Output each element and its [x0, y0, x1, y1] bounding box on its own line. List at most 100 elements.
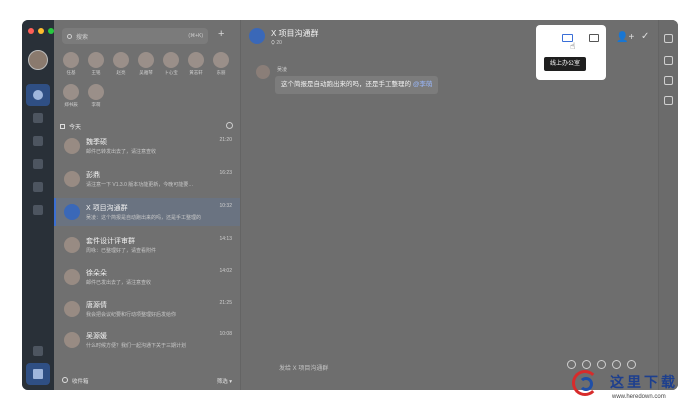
add-member-button[interactable]: 👤+ — [616, 32, 634, 43]
contact-name: 任基 — [66, 70, 76, 75]
mention-link[interactable]: @李萌 — [413, 81, 433, 88]
avatar — [63, 52, 79, 68]
avatar — [138, 52, 154, 68]
avatar — [64, 301, 80, 317]
done-button[interactable]: ✓ — [641, 31, 649, 42]
avatar — [163, 52, 179, 68]
avatar — [64, 171, 80, 187]
minimize-window-button[interactable] — [38, 28, 44, 34]
chat-title[interactable]: X 项目沟通群 — [271, 28, 319, 39]
video-meeting-button[interactable] — [589, 34, 599, 42]
chat-icon — [33, 90, 43, 100]
conversation-preview: 什么时候方便？我们一起沟通下关于三期计划 — [86, 343, 187, 349]
avatar[interactable] — [256, 65, 270, 79]
avatar — [64, 138, 80, 154]
contact-name: 王铭 — [91, 70, 101, 75]
conversation-row[interactable]: 魏季硕 邮件已转发出去了，请注意查收 21:20 — [54, 132, 240, 160]
inbox-link[interactable]: 收件箱 — [72, 377, 89, 385]
conversation-name: X 项目沟通群 — [86, 205, 128, 212]
contact-item[interactable]: 郑书辰 — [60, 84, 82, 108]
search-history-icon[interactable] — [664, 56, 673, 65]
conversation-name: 魏季硕 — [86, 139, 107, 146]
bars-icon — [33, 369, 43, 379]
contact-item[interactable]: 王铭 — [85, 52, 107, 76]
online-office-tooltip: 线上办公室 — [544, 57, 587, 71]
conversation-time: 16:23 — [219, 170, 232, 176]
avatar — [64, 269, 80, 285]
conversation-preview: 邮件已转发出去了，请注意查收 — [86, 149, 157, 155]
right-toolbar — [658, 20, 678, 390]
watermark-text: 这里下载 — [610, 375, 678, 391]
contact-name: 吴雅琴 — [139, 70, 153, 75]
contact-item[interactable]: 卜心宝 — [160, 52, 182, 76]
conversation-row[interactable]: 唐源倩 我会把会议纪要和行动项整理好后发给你 21:25 — [54, 295, 240, 323]
inbox-icon — [62, 377, 68, 383]
rail-docs-button[interactable] — [26, 107, 50, 129]
conversation-row-active[interactable]: X 项目沟通群 吴凌：这个简报是自动跑出来的吗，还是手工整理的 10:32 — [54, 198, 240, 226]
avatar — [88, 52, 104, 68]
grid-icon — [33, 182, 43, 192]
close-window-button[interactable] — [28, 28, 34, 34]
rail-calendar-button[interactable] — [26, 130, 50, 152]
tiktok-icon — [33, 346, 43, 356]
collapse-section-button[interactable] — [226, 122, 233, 129]
contact-name: 黄志轩 — [189, 70, 203, 75]
contact-item[interactable]: 李萌 — [85, 84, 107, 108]
window-controls — [28, 28, 54, 34]
contact-item[interactable]: 赵亮 — [110, 52, 132, 76]
conversation-name: 彭鼎 — [86, 172, 100, 179]
rail-workbench-button[interactable] — [26, 176, 50, 198]
watermark-url: www.heredown.com — [612, 394, 666, 400]
search-placeholder: 搜索 — [76, 34, 89, 41]
settings-icon[interactable] — [664, 96, 673, 105]
avatar — [64, 332, 80, 348]
group-avatar[interactable] — [249, 28, 265, 44]
message-input[interactable]: 发给 X 项目沟通群 — [279, 363, 328, 372]
conversation-time: 10:32 — [219, 203, 232, 209]
search-input[interactable]: 搜索 (⌘+K) — [62, 28, 208, 44]
search-shortcut: (⌘+K) — [188, 33, 203, 39]
conversation-row[interactable]: 吴源媛 什么时候方便？我们一起沟通下关于三期计划 10:08 — [54, 326, 240, 354]
contact-item[interactable]: 黄志轩 — [185, 52, 207, 76]
rail-more-button[interactable] — [26, 363, 50, 385]
message-sender: 吴凌 — [277, 67, 288, 73]
conversation-preview: 请注意一下 V1.3.0 版本功能更新，今晚可能要… — [86, 182, 194, 188]
conversation-time: 21:20 — [219, 137, 232, 143]
watermark: 这里下载 www.heredown.com — [566, 366, 692, 406]
contact-item[interactable]: 吴雅琴 — [135, 52, 157, 76]
rail-contacts-button[interactable] — [26, 153, 50, 175]
conversation-row[interactable]: 彭鼎 请注意一下 V1.3.0 版本功能更新，今晚可能要… 16:23 — [54, 165, 240, 193]
calendar-icon — [60, 124, 65, 129]
message-bubble: 这个简报是自动跑出来的吗，还是手工整理的 @李萌 — [275, 76, 439, 94]
rail-favorites-button[interactable] — [26, 199, 50, 221]
avatar — [213, 52, 229, 68]
pin-icon[interactable] — [664, 76, 673, 85]
conversation-row[interactable]: 套件设计评审群 周咏：已整理好了，请查看附件 14:13 — [54, 231, 240, 259]
contact-name: 东丽 — [216, 70, 226, 75]
app-window: 搜索 (⌘+K) + 任基 王铭 赵亮 吴雅琴 卜心宝 黄志轩 东丽 郑书辰 李… — [22, 20, 678, 390]
rail-app-button[interactable] — [26, 340, 50, 362]
nav-rail — [22, 20, 54, 390]
contact-item[interactable]: 东丽 — [210, 52, 232, 76]
star-icon — [33, 205, 43, 215]
avatar — [63, 84, 79, 100]
conversation-panel: 搜索 (⌘+K) + 任基 王铭 赵亮 吴雅琴 卜心宝 黄志轩 东丽 郑书辰 李… — [54, 20, 241, 390]
conversation-time: 14:13 — [219, 236, 232, 242]
camera-icon[interactable] — [664, 34, 673, 43]
user-avatar[interactable] — [28, 50, 48, 70]
conversation-preview: 吴凌：这个简报是自动跑出来的吗，还是手工整理的 — [86, 215, 202, 221]
create-button[interactable]: + — [218, 28, 224, 40]
conversation-name: 唐源倩 — [86, 302, 107, 309]
member-count[interactable]: ⛭ 20 — [271, 40, 282, 46]
conversation-row[interactable]: 徐朵朵 邮件已发出去了，请注意查收 14:02 — [54, 263, 240, 291]
contact-item[interactable]: 任基 — [60, 52, 82, 76]
conversation-name: 徐朵朵 — [86, 270, 107, 277]
watermark-logo-inner-icon — [579, 377, 593, 391]
avatar — [64, 237, 80, 253]
section-label: 今天 — [69, 125, 82, 131]
avatar — [188, 52, 204, 68]
contact-name: 郑书辰 — [64, 102, 78, 107]
filter-dropdown[interactable]: 筛选 ▾ — [217, 377, 232, 385]
rail-messages-button[interactable] — [26, 84, 50, 106]
avatar — [64, 204, 80, 220]
